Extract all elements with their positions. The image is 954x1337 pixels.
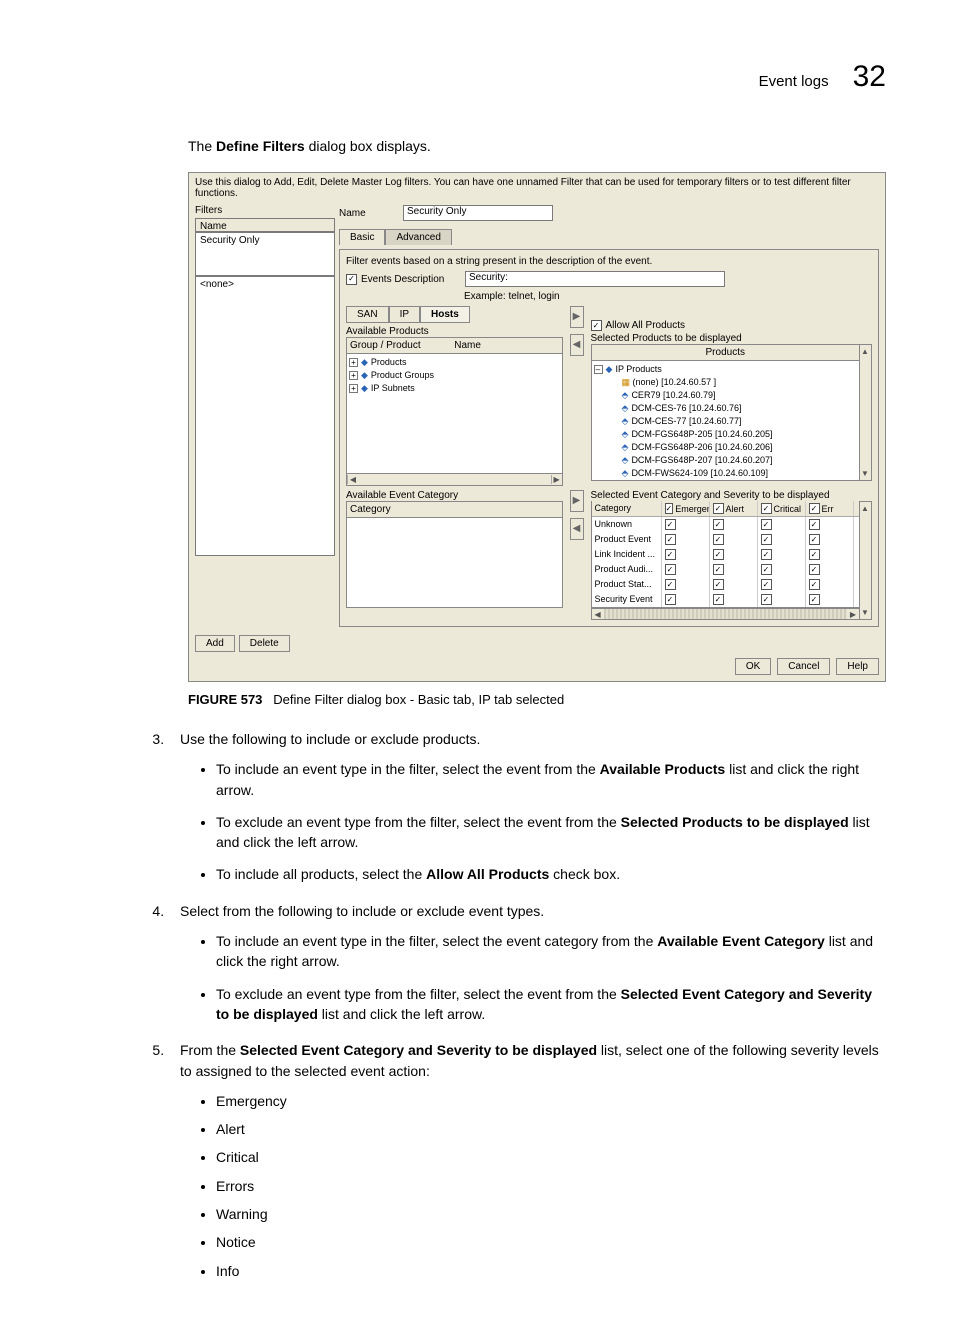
name-label: Name bbox=[339, 208, 399, 219]
intro-text: The Define Filters dialog box displays. bbox=[188, 138, 886, 154]
group-product-header: Group / Product bbox=[350, 340, 454, 351]
events-desc-label: Events Description bbox=[361, 274, 461, 285]
cancel-button[interactable]: Cancel bbox=[777, 658, 830, 675]
filters-list-2[interactable]: <none> bbox=[195, 276, 335, 556]
subtab-ip[interactable]: IP bbox=[389, 306, 420, 323]
selected-products-label: Selected Products to be displayed bbox=[591, 333, 872, 344]
cat-vscroll[interactable] bbox=[860, 501, 872, 620]
filter-item[interactable]: <none> bbox=[200, 279, 330, 290]
filter-item[interactable]: Security Only bbox=[200, 235, 330, 246]
selected-category-label: Selected Event Category and Severity to … bbox=[591, 490, 872, 501]
name-input[interactable]: Security Only bbox=[403, 205, 553, 221]
filters-name-header: Name bbox=[195, 218, 335, 232]
delete-button[interactable]: Delete bbox=[239, 635, 290, 652]
example-text: Example: telnet, login bbox=[464, 291, 872, 302]
help-button[interactable]: Help bbox=[836, 658, 879, 675]
move-left-button[interactable]: ◀ bbox=[570, 334, 584, 356]
events-desc-input[interactable]: Security: bbox=[465, 271, 725, 287]
chapter-number: 32 bbox=[853, 60, 886, 94]
selected-products-tree[interactable]: –◆IP Products ▦ (none) [10.24.60.57 ] ⬘C… bbox=[591, 361, 860, 481]
tab-advanced[interactable]: Advanced bbox=[385, 229, 451, 245]
products-header: Products bbox=[591, 344, 860, 361]
subtab-hosts[interactable]: Hosts bbox=[420, 306, 470, 323]
available-products-label: Available Products bbox=[346, 326, 563, 337]
move-right-button[interactable]: ▶ bbox=[570, 306, 584, 328]
vertical-scrollbar[interactable] bbox=[860, 344, 872, 481]
dialog-screenshot: Use this dialog to Add, Edit, Delete Mas… bbox=[188, 172, 886, 682]
filters-list[interactable]: Security Only bbox=[195, 232, 335, 276]
step-4: Select from the following to include or … bbox=[168, 901, 886, 1024]
events-desc-checkbox[interactable] bbox=[346, 274, 357, 285]
available-products-tree[interactable]: +◆Products +◆Product Groups +◆IP Subnets bbox=[346, 354, 563, 474]
step-3: Use the following to include or exclude … bbox=[168, 729, 886, 885]
step-5: From the Selected Event Category and Sev… bbox=[168, 1040, 886, 1281]
cat-move-left-button[interactable]: ◀ bbox=[570, 518, 584, 540]
category-header: Category bbox=[346, 501, 563, 518]
selected-category-table[interactable]: Category Emergen... Alert Critical Err U… bbox=[591, 501, 860, 608]
figure-caption: FIGURE 573 Define Filter dialog box - Ba… bbox=[188, 692, 886, 707]
available-category-label: Available Event Category bbox=[346, 490, 563, 501]
filters-label: Filters bbox=[195, 205, 335, 216]
name-col-header: Name bbox=[454, 340, 558, 351]
dialog-tip: Use this dialog to Add, Edit, Delete Mas… bbox=[189, 173, 885, 205]
add-button[interactable]: Add bbox=[195, 635, 235, 652]
cat-hscroll[interactable]: ◀▶ bbox=[591, 608, 860, 620]
tab-basic[interactable]: Basic bbox=[339, 229, 385, 245]
subtab-san[interactable]: SAN bbox=[346, 306, 389, 323]
allow-all-label: Allow All Products bbox=[606, 320, 685, 331]
ok-button[interactable]: OK bbox=[735, 658, 771, 675]
filter-hint: Filter events based on a string present … bbox=[346, 256, 872, 267]
available-category-list[interactable] bbox=[346, 518, 563, 608]
allow-all-checkbox[interactable] bbox=[591, 320, 602, 331]
page-title: Event logs bbox=[759, 73, 829, 90]
cat-move-right-button[interactable]: ▶ bbox=[570, 490, 584, 512]
